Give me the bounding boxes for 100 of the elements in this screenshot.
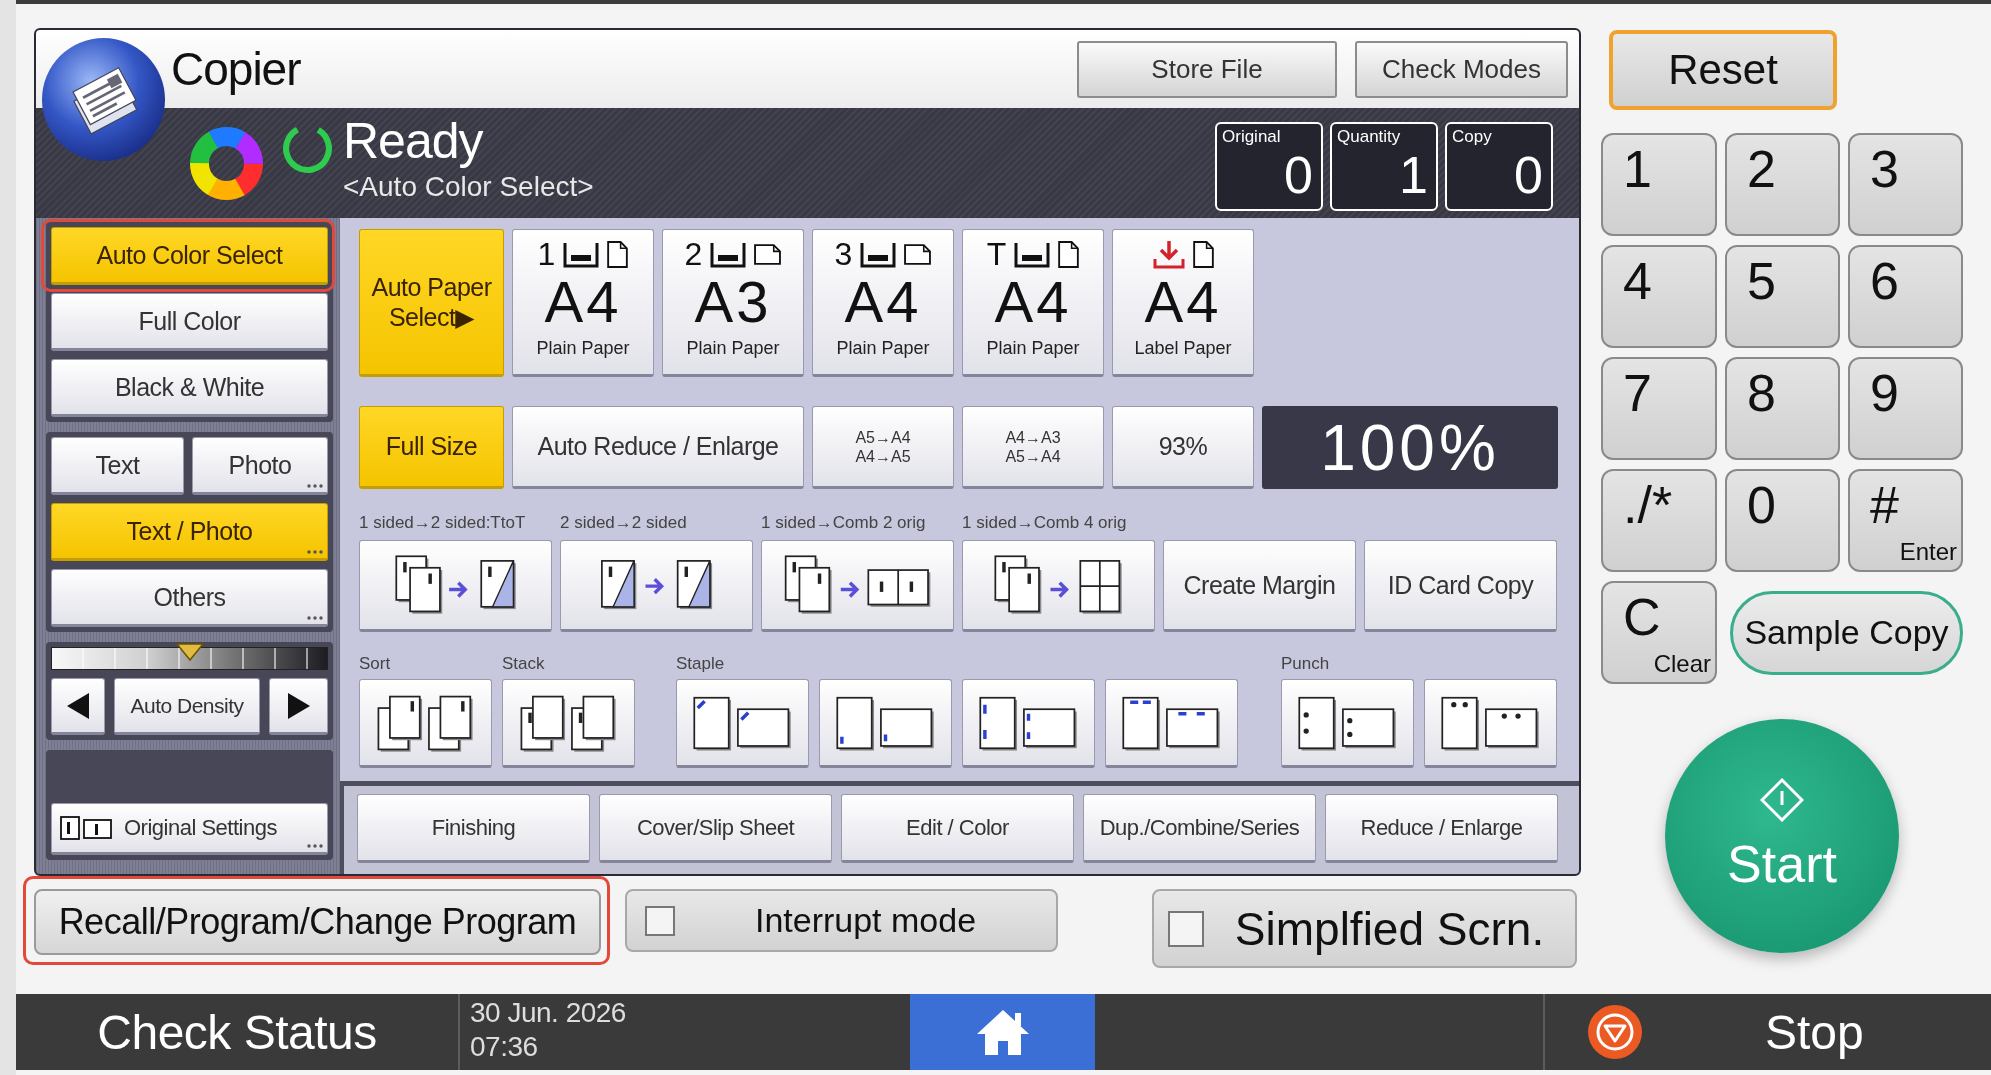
feature-tab[interactable]: Edit / Color [841, 794, 1074, 863]
density-increase-button[interactable] [269, 678, 328, 735]
two-pages-icon [60, 816, 112, 840]
finishing-button[interactable] [1281, 679, 1414, 768]
counter-value: 1 [1399, 147, 1428, 203]
paper-select-button[interactable]: Auto Paper Select▶ [359, 229, 504, 377]
keypad-key[interactable]: 7 [1601, 357, 1717, 460]
finishing-button[interactable] [1105, 679, 1238, 768]
duplex-button[interactable]: Create Margin [1163, 540, 1356, 632]
finishing-caption: Stack [502, 655, 545, 673]
color-mode-button[interactable]: Full Color [51, 293, 328, 351]
combine-pages-icon [993, 554, 1124, 616]
time-text: 07:36 [470, 1030, 538, 1064]
keypad-key[interactable]: 2 [1725, 133, 1840, 236]
duplex-button[interactable] [359, 540, 552, 632]
original-settings-button[interactable]: Original Settings [51, 803, 328, 855]
paper-size: A4 [844, 272, 922, 332]
finishing-button[interactable] [1424, 679, 1557, 768]
window-title: Copier [171, 42, 301, 96]
checkbox[interactable] [1168, 910, 1204, 947]
paper-tray-button[interactable]: 3 A4 Plain Paper [812, 229, 954, 377]
paper-type: Plain Paper [536, 338, 630, 359]
finishing-caption: Staple [676, 655, 725, 673]
duplex-pages-icon [393, 554, 518, 616]
keypad-key[interactable]: 3 [1848, 133, 1963, 236]
tray-icon [563, 240, 600, 268]
tray-icon [710, 240, 747, 268]
ratio-button[interactable]: A5→A4 A4→A5 [812, 406, 954, 489]
triangle-right-icon [287, 692, 310, 719]
ratio-button[interactable]: 93% [1112, 406, 1254, 489]
diamond-icon [1760, 778, 1804, 822]
feature-tab[interactable]: Reduce / Enlarge [1325, 794, 1558, 863]
keypad-key[interactable]: 8 [1725, 357, 1840, 460]
keypad-key[interactable]: 9 [1848, 357, 1963, 460]
finishing-button[interactable] [359, 679, 492, 768]
paper-type: Label Paper [1134, 338, 1232, 359]
home-button[interactable] [910, 994, 1095, 1070]
ratio-button[interactable]: A4→A3 A5→A4 [962, 406, 1104, 489]
finishing-button[interactable] [676, 679, 809, 768]
paper-size: A3 [694, 272, 772, 332]
duplex-button[interactable] [761, 540, 954, 632]
tray-icon [1014, 240, 1051, 268]
duplex-button[interactable]: ID Card Copy [1364, 540, 1557, 632]
finishing-button[interactable] [819, 679, 952, 768]
check-status-button[interactable]: Check Status [16, 994, 460, 1070]
ratio-button[interactable]: Auto Reduce / Enlarge [512, 406, 804, 489]
keypad-key[interactable]: 1 [1601, 133, 1717, 236]
counter-value: 0 [1514, 147, 1543, 203]
original-type-button[interactable]: Others [51, 569, 328, 627]
duplex-button[interactable] [962, 540, 1155, 632]
paper-type: Plain Paper [836, 338, 930, 359]
stop-button[interactable]: Stop [1545, 994, 1991, 1070]
color-mode-button[interactable]: Black & White [51, 359, 328, 417]
density-button[interactable]: Auto Density [114, 678, 260, 735]
feature-tab[interactable]: Finishing [357, 794, 590, 863]
feature-tab[interactable]: Dup./Combine/Series [1083, 794, 1316, 863]
original-type-button[interactable]: Text / Photo [51, 503, 328, 561]
density-marker[interactable] [175, 643, 204, 661]
counter-label: Original [1222, 127, 1281, 147]
paper-type: Plain Paper [686, 338, 780, 359]
paper-tray-button[interactable]: A4 Label Paper [1112, 229, 1254, 377]
header-button[interactable]: Store File [1077, 40, 1337, 98]
tray-number: 2 [684, 235, 703, 273]
ratio-button[interactable]: Full Size [359, 406, 504, 489]
duplex-button[interactable] [560, 540, 753, 632]
density-decrease-button[interactable] [51, 678, 105, 735]
program-button[interactable]: Recall/Program/Change Program [34, 889, 601, 955]
finishing-button[interactable] [962, 679, 1095, 768]
mode-toggle-button[interactable]: Interrupt mode [625, 889, 1058, 952]
sample-copy-button[interactable]: Sample Copy [1730, 590, 1963, 675]
keypad-key[interactable]: C Clear [1601, 581, 1717, 684]
original-type-button[interactable]: Text [51, 437, 184, 495]
combine-pages-icon [782, 554, 933, 616]
keypad-key[interactable]: # Enter [1848, 469, 1963, 572]
paper-size: A4 [1144, 272, 1222, 332]
color-wheel-icon [190, 127, 263, 200]
finishing-button[interactable] [502, 679, 635, 768]
keypad-key[interactable]: 6 [1848, 245, 1963, 348]
paper-size: A4 [544, 272, 622, 332]
triangle-left-icon [67, 692, 89, 719]
paper-tray-button[interactable]: 2 A3 Plain Paper [662, 229, 804, 377]
header-button[interactable]: Check Modes [1355, 40, 1568, 98]
counter-label: Copy [1452, 127, 1492, 147]
color-mode-button[interactable]: Auto Color Select [51, 227, 328, 285]
reset-button[interactable]: Reset [1609, 30, 1837, 110]
duplex-caption: 1 sided→2 sided:TtoT [359, 514, 526, 532]
paper-size: A4 [994, 272, 1072, 332]
finishing-caption: Punch [1281, 655, 1330, 673]
feature-tab[interactable]: Cover/Slip Sheet [599, 794, 832, 863]
keypad-key[interactable]: ./* [1601, 469, 1717, 572]
mode-toggle-button[interactable]: Simplfied Scrn. [1152, 889, 1577, 968]
duplex-caption: 1 sided→Comb 2 orig [761, 514, 926, 532]
original-type-button[interactable]: Photo [192, 437, 328, 495]
keypad-key[interactable]: 5 [1725, 245, 1840, 348]
paper-tray-button[interactable]: 1 A4 Plain Paper [512, 229, 654, 377]
tray-icon [860, 240, 897, 268]
keypad-key[interactable]: 4 [1601, 245, 1717, 348]
paper-tray-button[interactable]: T A4 Plain Paper [962, 229, 1104, 377]
checkbox[interactable] [645, 905, 675, 936]
keypad-key[interactable]: 0 [1725, 469, 1840, 572]
